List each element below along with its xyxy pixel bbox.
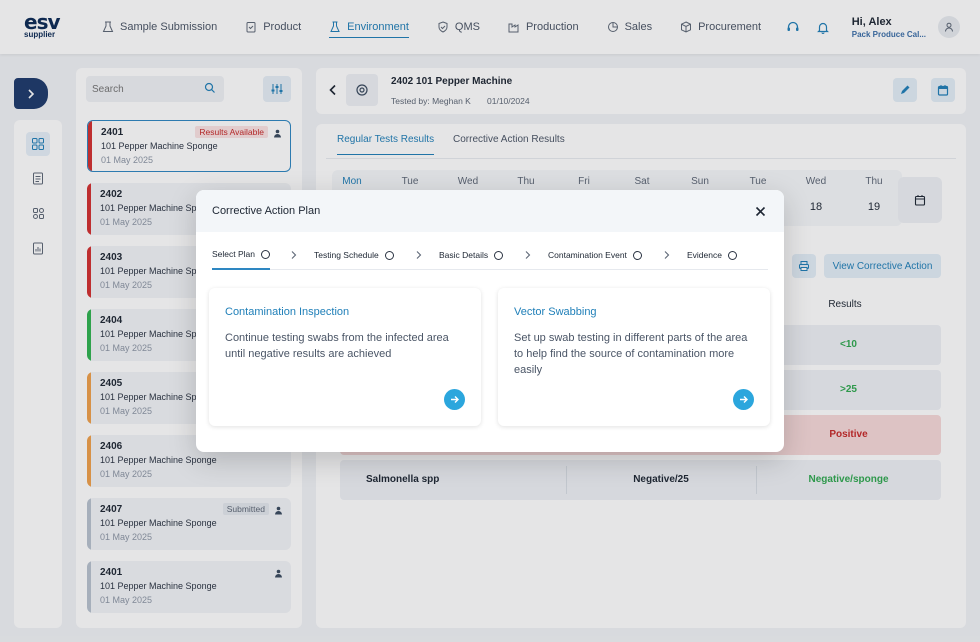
step-indicator [632,250,642,260]
chevron-right-icon [663,249,671,263]
close-icon [755,206,765,216]
modal-header: Corrective Action Plan [196,190,784,232]
close-button[interactable] [752,203,768,219]
modal-title: Corrective Action Plan [212,205,321,217]
step-label: Evidence [687,250,722,260]
step-basic-details[interactable]: Basic Details [439,248,504,262]
stepper: Select Plan Testing Schedule Basic Detai… [212,248,768,270]
chevron-right-icon [290,249,298,263]
step-indicator [261,249,270,259]
plan-card-contamination-inspection[interactable]: Contamination Inspection Continue testin… [209,288,481,426]
step-evidence[interactable]: Evidence [687,248,737,262]
step-testing-schedule[interactable]: Testing Schedule [314,248,394,262]
step-label: Testing Schedule [314,250,379,260]
step-indicator [384,250,394,260]
chevron-right-icon [524,249,532,263]
chevron-right-icon [415,249,423,263]
arrow-right-icon [740,396,748,403]
step-indicator [494,250,504,260]
step-indicator [727,250,737,260]
plan-description: Continue testing swabs from the infected… [225,332,449,360]
select-plan-button[interactable] [444,389,465,410]
arrow-right-icon [451,396,459,403]
step-label: Select Plan [212,249,255,259]
plan-description: Set up swab testing in different parts o… [514,332,748,376]
plan-title: Contamination Inspection [225,306,350,318]
step-contamination-event[interactable]: Contamination Event [548,248,642,262]
plan-title: Vector Swabbing [514,306,597,318]
plan-card-vector-swabbing[interactable]: Vector Swabbing Set up swab testing in d… [498,288,770,426]
corrective-action-plan-modal: Corrective Action Plan Select Plan Testi… [196,190,784,452]
select-plan-button[interactable] [733,389,754,410]
step-label: Contamination Event [548,250,627,260]
step-select-plan[interactable]: Select Plan [212,248,270,270]
step-label: Basic Details [439,250,489,260]
